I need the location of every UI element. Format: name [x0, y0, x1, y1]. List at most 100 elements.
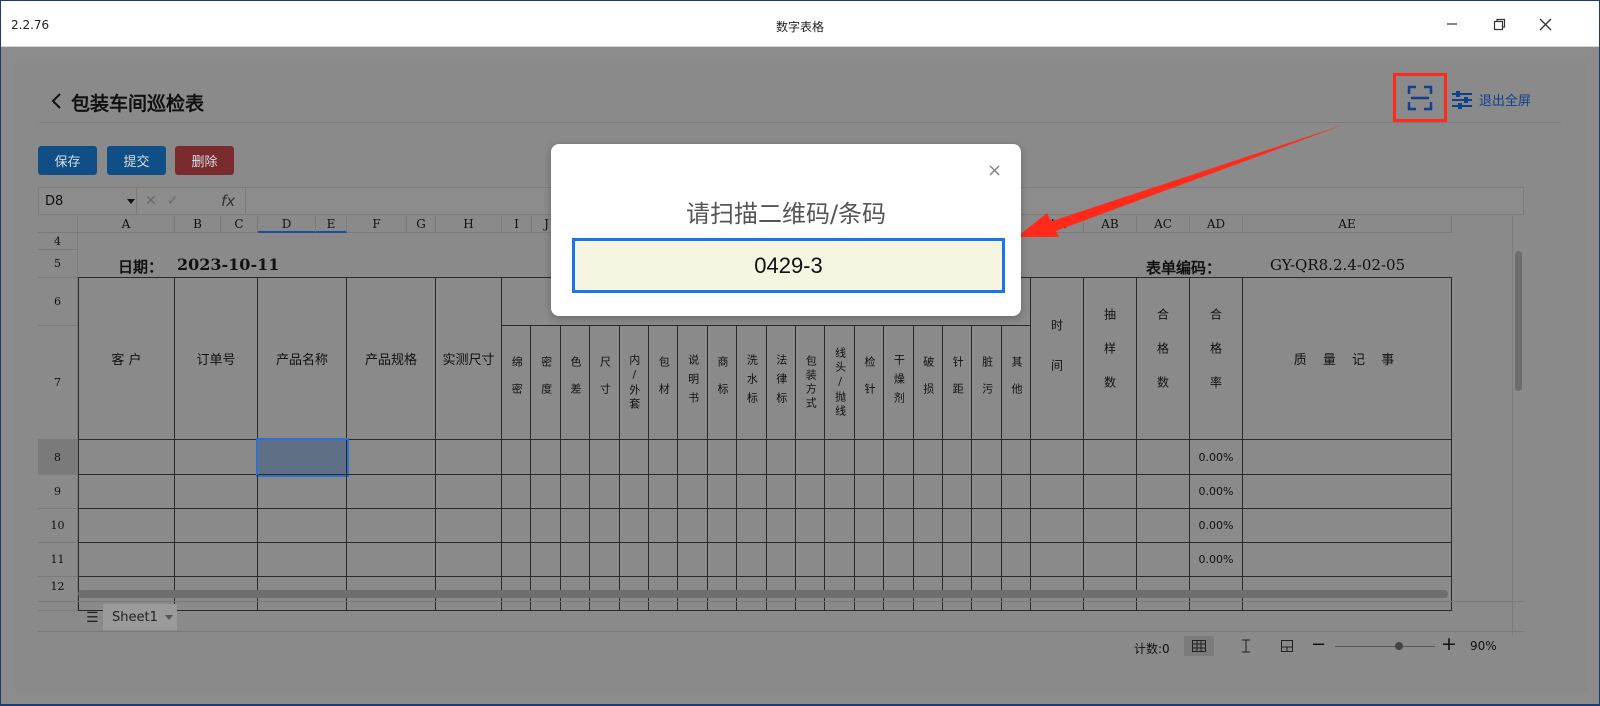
- delete-button[interactable]: 删除: [175, 146, 234, 175]
- table-cell[interactable]: [913, 475, 943, 509]
- table-cell[interactable]: [619, 440, 649, 475]
- table-cell[interactable]: [825, 440, 855, 475]
- table-cell[interactable]: [436, 440, 502, 475]
- column-header[interactable]: E: [316, 216, 347, 233]
- row-header[interactable]: 10: [38, 509, 78, 543]
- table-cell[interactable]: [884, 475, 914, 509]
- horizontal-scrollbar[interactable]: [78, 590, 1448, 598]
- column-header[interactable]: AB: [1084, 216, 1137, 233]
- table-cell[interactable]: [1243, 475, 1452, 509]
- table-cell[interactable]: [884, 543, 914, 577]
- table-cell[interactable]: [707, 543, 738, 577]
- table-cell[interactable]: [258, 543, 347, 577]
- table-cell[interactable]: [678, 543, 708, 577]
- table-cell[interactable]: [502, 475, 532, 509]
- table-cell[interactable]: [1031, 475, 1084, 509]
- column-header[interactable]: F: [347, 216, 407, 233]
- exit-fullscreen-button[interactable]: 退出全屏: [1451, 90, 1531, 109]
- table-cell[interactable]: [766, 543, 796, 577]
- table-cell[interactable]: [531, 543, 561, 577]
- row-header[interactable]: 11: [38, 543, 78, 577]
- table-cell[interactable]: [854, 509, 885, 543]
- table-cell[interactable]: [347, 509, 436, 543]
- table-cell[interactable]: [943, 509, 973, 543]
- table-cell[interactable]: [590, 440, 620, 475]
- table-cell[interactable]: [796, 440, 826, 475]
- row-header[interactable]: 6: [38, 278, 78, 326]
- table-cell[interactable]: [649, 543, 679, 577]
- row-header[interactable]: 8: [38, 440, 78, 475]
- table-cell[interactable]: [560, 475, 591, 509]
- corner-cell[interactable]: [38, 216, 78, 233]
- table-cell[interactable]: [796, 543, 826, 577]
- column-header[interactable]: G: [407, 216, 436, 233]
- table-cell[interactable]: [1243, 509, 1452, 543]
- table-cell[interactable]: [590, 509, 620, 543]
- table-cell[interactable]: [347, 440, 436, 475]
- table-cell[interactable]: [1243, 543, 1452, 577]
- table-cell[interactable]: [737, 543, 767, 577]
- sheet-tab[interactable]: Sheet1: [103, 604, 177, 630]
- save-button[interactable]: 保存: [38, 146, 97, 175]
- table-cell[interactable]: [913, 440, 943, 475]
- close-button[interactable]: [1534, 13, 1556, 35]
- table-cell[interactable]: [884, 509, 914, 543]
- sheet-list-icon[interactable]: ☰: [86, 610, 99, 626]
- table-cell[interactable]: [972, 475, 1002, 509]
- table-cell[interactable]: [766, 475, 796, 509]
- table-cell[interactable]: [619, 509, 649, 543]
- table-cell[interactable]: [78, 543, 175, 577]
- scan-button[interactable]: [1393, 73, 1447, 122]
- vertical-scroll-thumb[interactable]: [1515, 251, 1522, 391]
- confirm-formula-icon[interactable]: ✓: [167, 193, 179, 209]
- table-cell[interactable]: [436, 509, 502, 543]
- row-header[interactable]: 4: [38, 233, 78, 250]
- selected-cell[interactable]: [256, 438, 349, 477]
- table-cell[interactable]: [854, 543, 885, 577]
- table-cell[interactable]: [1084, 543, 1137, 577]
- table-cell[interactable]: [1084, 475, 1137, 509]
- table-cell[interactable]: [175, 509, 258, 543]
- row-header[interactable]: 9: [38, 475, 78, 509]
- table-cell[interactable]: [531, 509, 561, 543]
- table-cell[interactable]: [649, 509, 679, 543]
- zoom-in-button[interactable]: +: [1441, 633, 1457, 655]
- table-cell[interactable]: [258, 509, 347, 543]
- scan-code-input[interactable]: [572, 238, 1005, 293]
- table-cell[interactable]: [678, 475, 708, 509]
- table-cell[interactable]: [943, 440, 973, 475]
- table-cell[interactable]: [1001, 475, 1032, 509]
- table-cell[interactable]: [737, 475, 767, 509]
- page-layout-button[interactable]: [1231, 636, 1261, 656]
- table-cell[interactable]: [531, 475, 561, 509]
- zoom-slider[interactable]: [1335, 646, 1435, 647]
- table-cell[interactable]: [78, 509, 175, 543]
- table-cell[interactable]: [1084, 509, 1137, 543]
- cell-name-box[interactable]: D8: [39, 188, 137, 214]
- table-cell[interactable]: [1031, 543, 1084, 577]
- table-cell[interactable]: [1001, 543, 1032, 577]
- table-cell[interactable]: [1084, 440, 1137, 475]
- table-cell[interactable]: [1031, 440, 1084, 475]
- table-cell[interactable]: [825, 475, 855, 509]
- table-cell[interactable]: [766, 440, 796, 475]
- qualified-rate-cell[interactable]: 0.00%: [1190, 543, 1243, 577]
- table-cell[interactable]: [436, 543, 502, 577]
- table-cell[interactable]: [707, 509, 738, 543]
- table-cell[interactable]: [1137, 509, 1190, 543]
- table-cell[interactable]: [619, 475, 649, 509]
- table-cell[interactable]: [560, 509, 591, 543]
- column-header[interactable]: AA: [1031, 216, 1084, 233]
- table-cell[interactable]: [560, 440, 591, 475]
- table-cell[interactable]: [1001, 440, 1032, 475]
- table-cell[interactable]: [825, 509, 855, 543]
- table-cell[interactable]: [258, 475, 347, 509]
- table-cell[interactable]: [649, 475, 679, 509]
- table-cell[interactable]: [436, 475, 502, 509]
- table-cell[interactable]: [913, 509, 943, 543]
- column-header[interactable]: C: [221, 216, 258, 233]
- dialog-close-button[interactable]: ×: [987, 160, 1002, 181]
- table-cell[interactable]: [649, 440, 679, 475]
- normal-view-button[interactable]: [1184, 636, 1214, 656]
- table-cell[interactable]: [175, 475, 258, 509]
